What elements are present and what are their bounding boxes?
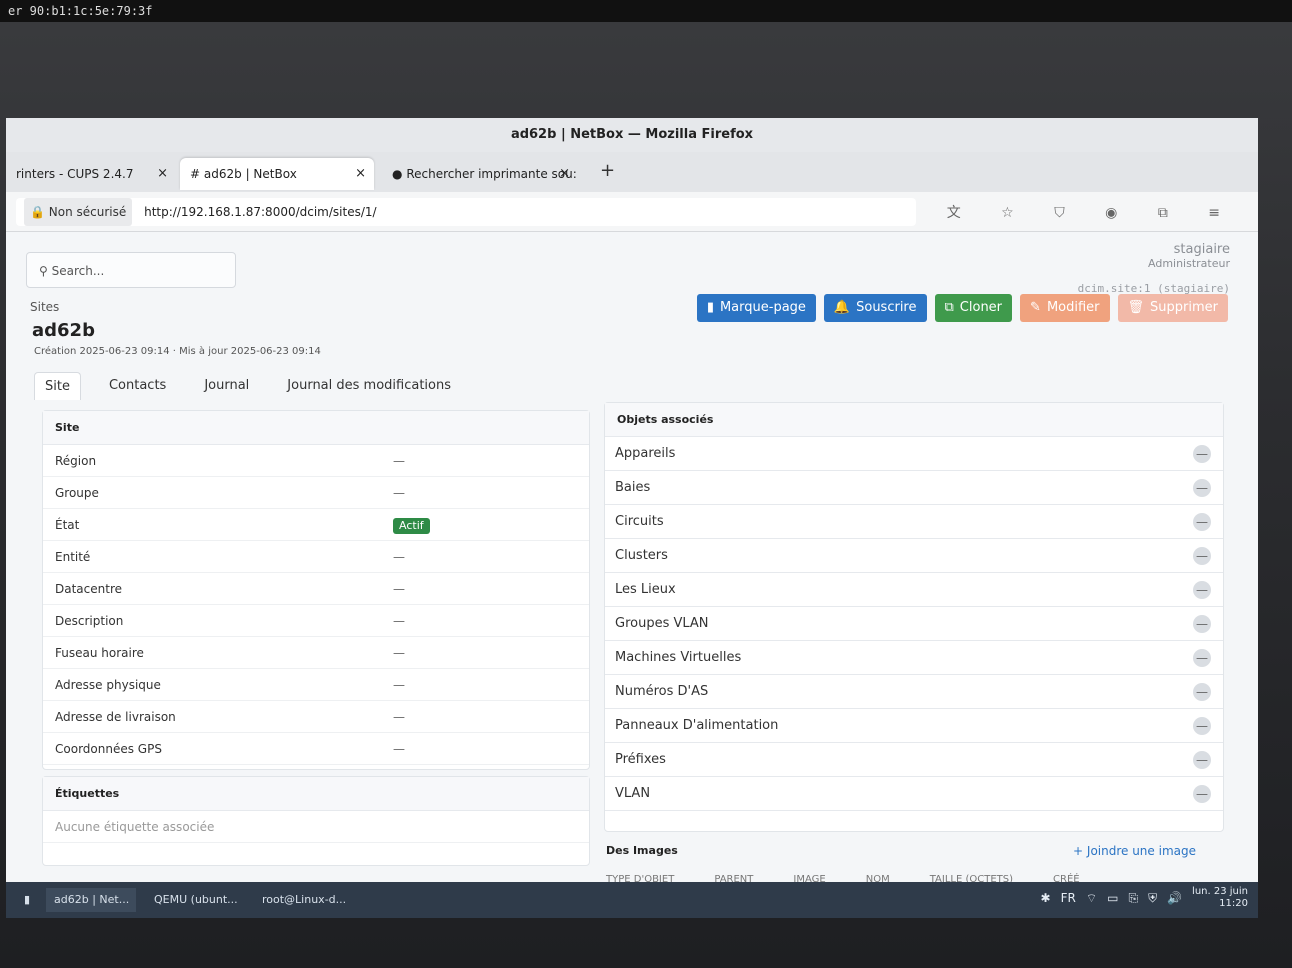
volume-icon[interactable]: 🔊 xyxy=(1167,891,1182,905)
tab-label: Rechercher imprimante sou: xyxy=(406,167,577,181)
table-row: Adresse de livraison — xyxy=(43,701,589,733)
pocket-icon[interactable]: ⛉ xyxy=(1054,205,1083,221)
extensions-icon[interactable]: ⧉ xyxy=(1158,205,1186,221)
menu-icon[interactable]: ≡ xyxy=(1208,205,1238,221)
lock-icon: 🔒 xyxy=(30,205,45,219)
card-title: Objets associés xyxy=(605,403,1223,437)
clipboard-icon[interactable]: ⎘ xyxy=(1128,891,1138,906)
screen: ad62b | NetBox — Mozilla Firefox rinters… xyxy=(6,118,1258,918)
taskbar-terminal[interactable]: root@Linux-d... xyxy=(254,888,346,912)
close-icon[interactable]: × xyxy=(355,158,366,190)
table-row: Entité — xyxy=(43,541,589,573)
tab-label: ad62b | NetBox xyxy=(203,167,297,181)
language-indicator[interactable]: FR xyxy=(1061,891,1076,905)
window-title: ad62b | NetBox — Mozilla Firefox xyxy=(6,118,1258,152)
edit-button[interactable]: ✎ Modifier xyxy=(1020,294,1110,322)
list-item[interactable]: Appareils — xyxy=(605,437,1223,471)
list-item[interactable]: Numéros D'AS — xyxy=(605,675,1223,709)
new-tab-button[interactable]: + xyxy=(600,160,615,181)
delete-button[interactable]: 🗑 Supprimer xyxy=(1117,294,1228,322)
user-role: Administrateur xyxy=(1148,257,1230,270)
table-row: Coordonnées GPS — xyxy=(43,733,589,765)
bookmark-icon: ▮ xyxy=(706,300,714,315)
action-buttons: ▮ Marque-page 🔔 Souscrire ⧉ Cloner ✎ Mod… xyxy=(696,294,1228,322)
bookmark-button[interactable]: ▮ Marque-page xyxy=(696,294,816,322)
pencil-icon: ✎ xyxy=(1030,300,1041,315)
browser-tabbar: rinters - CUPS 2.4.7 × # ad62b | NetBox … xyxy=(6,152,1258,192)
bluetooth-icon[interactable]: ✱ xyxy=(1041,891,1051,905)
wifi-icon[interactable]: ⌔ xyxy=(1086,891,1097,906)
insecure-badge[interactable]: 🔒 Non sécurisé xyxy=(24,198,133,226)
browser-tab-search[interactable]: ● Rechercher imprimante sou: × xyxy=(382,158,578,190)
tab-changelog[interactable]: Journal des modifications xyxy=(277,372,461,400)
taskbar-firefox[interactable]: ad62b | Net... xyxy=(46,888,136,912)
url-input[interactable]: 🔒 Non sécurisé http://192.168.1.87:8000/… xyxy=(16,198,916,226)
attach-image-link[interactable]: + Joindre une image xyxy=(1073,844,1196,858)
clock[interactable]: lun. 23 juin 11:20 xyxy=(1192,886,1248,910)
shield-icon[interactable]: ⛨ xyxy=(1148,891,1157,906)
subscribe-button[interactable]: 🔔 Souscrire xyxy=(823,294,927,322)
table-row: État Actif xyxy=(43,509,589,541)
tags-card: Étiquettes Aucune étiquette associée xyxy=(42,776,590,866)
globe-icon: ● xyxy=(392,167,403,181)
browser-tab-netbox[interactable]: # ad62b | NetBox × xyxy=(180,158,374,190)
hash-icon: # xyxy=(190,167,201,181)
list-item[interactable]: Clusters — xyxy=(605,539,1223,573)
page-tabs: Site Contacts Journal Journal des modifi… xyxy=(34,372,461,400)
related-objects-card: Objets associés Appareils — Baies — Circui… xyxy=(604,402,1224,832)
close-icon[interactable]: × xyxy=(157,158,168,190)
list-item[interactable]: Panneaux D'alimentation — xyxy=(605,709,1223,743)
tab-contacts[interactable]: Contacts xyxy=(99,372,176,400)
list-item[interactable]: Les Lieux — xyxy=(605,573,1223,607)
account-icon[interactable]: ◉ xyxy=(1105,205,1135,221)
list-item[interactable]: VLAN — xyxy=(605,777,1223,811)
list-item[interactable]: Groupes VLAN — xyxy=(605,607,1223,641)
card-title: Site xyxy=(43,411,589,445)
user-name: stagiaire xyxy=(1173,242,1230,257)
search-icon: ⚲ xyxy=(39,264,48,278)
address-bar: 🔒 Non sécurisé http://192.168.1.87:8000/… xyxy=(6,192,1258,232)
trash-icon: 🗑 xyxy=(1127,300,1145,315)
translate-icon[interactable]: 文 xyxy=(947,205,979,221)
empty-tags: Aucune étiquette associée xyxy=(43,811,589,843)
search-input[interactable]: ⚲ Search... xyxy=(26,252,236,288)
star-icon[interactable]: ☆ xyxy=(1001,205,1032,221)
system-tray: ✱ FR ⌔ ▭ ⎘ ⛨ 🔊 lun. 23 juin 11:20 xyxy=(1041,886,1248,910)
status-badge: Actif xyxy=(393,518,430,534)
tab-site[interactable]: Site xyxy=(34,372,81,400)
table-row: Région — xyxy=(43,445,589,477)
toolbar-icons: 文 ☆ ⛉ ◉ ⧉ ≡ xyxy=(947,202,1238,222)
list-item[interactable]: Préfixes — xyxy=(605,743,1223,777)
netbox-page: ⚲ Search... stagiaire Administrateur dci… xyxy=(6,232,1258,885)
battery-icon[interactable]: ▭ xyxy=(1107,891,1118,905)
table-row: Adresse physique — xyxy=(43,669,589,701)
clone-button[interactable]: ⧉ Cloner xyxy=(934,294,1013,322)
bell-icon: 🔔 xyxy=(833,300,851,315)
breadcrumb[interactable]: Sites xyxy=(30,300,59,314)
tab-journal[interactable]: Journal xyxy=(194,372,259,400)
table-row: Description — xyxy=(43,605,589,637)
site-card: Site Région — Groupe — État Actif Entité — D… xyxy=(42,410,590,770)
user-menu[interactable]: stagiaire Administrateur xyxy=(1148,242,1230,270)
card-title: Étiquettes xyxy=(43,777,589,811)
table-row: Fuseau horaire — xyxy=(43,637,589,669)
taskbar-qemu[interactable]: QEMU (ubunt... xyxy=(146,888,238,912)
url-text: http://192.168.1.87:8000/dcim/sites/1/ xyxy=(144,205,377,219)
terminal-strip: er 90:b1:1c:5e:79:3f xyxy=(0,0,1292,22)
taskbar: ▮ ad62b | Net... QEMU (ubunt... root@Lin… xyxy=(6,882,1258,918)
close-icon[interactable]: × xyxy=(559,158,570,190)
table-row: Groupe — xyxy=(43,477,589,509)
copy-icon: ⧉ xyxy=(944,300,954,315)
page-meta: Création 2025-06-23 09:14 · Mis à jour 2… xyxy=(34,346,321,357)
tab-label: rinters - CUPS 2.4.7 xyxy=(16,167,134,181)
table-row: Datacentre — xyxy=(43,573,589,605)
list-item[interactable]: Circuits — xyxy=(605,505,1223,539)
list-item[interactable]: Machines Virtuelles — xyxy=(605,641,1223,675)
page-title: ad62b xyxy=(32,320,95,341)
files-icon[interactable]: ▮ xyxy=(16,888,30,912)
list-item[interactable]: Baies — xyxy=(605,471,1223,505)
browser-tab-cups[interactable]: rinters - CUPS 2.4.7 × xyxy=(6,158,176,190)
